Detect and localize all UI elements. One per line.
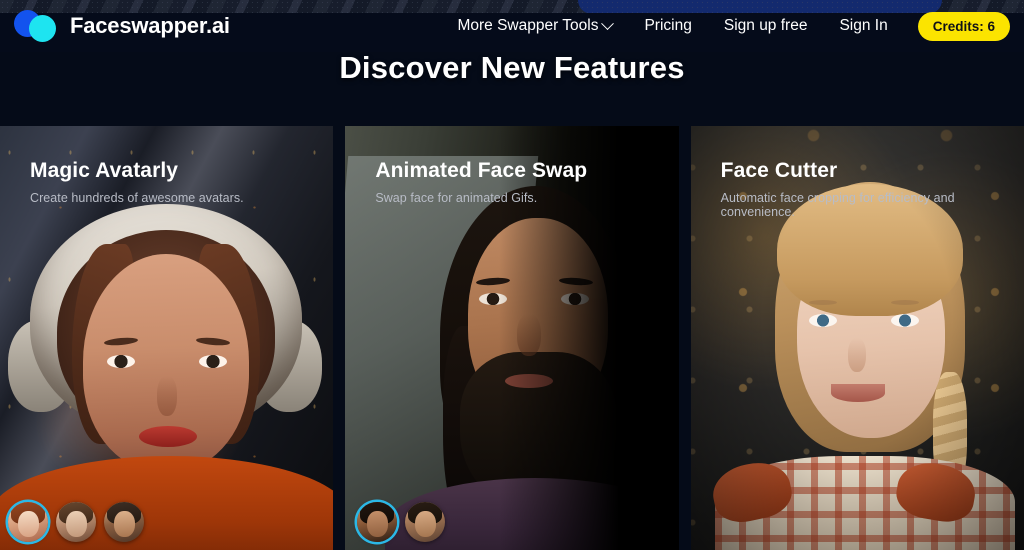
main-navigation: More Swapper Tools Pricing Sign up free …	[441, 11, 1010, 41]
nav-item-label: Sign up free	[723, 17, 808, 34]
nav-item-sign-in[interactable]: Sign In	[823, 11, 903, 41]
thumbnail-face	[18, 511, 39, 537]
astronaut-lips	[139, 426, 197, 447]
nav-item-label: Sign In	[839, 17, 888, 34]
thumbnail-face	[367, 511, 389, 537]
nav-item-pricing[interactable]: Pricing	[628, 11, 707, 41]
nav-item-sign-up-free[interactable]: Sign up free	[708, 11, 824, 41]
card-thumbnail-strip	[8, 502, 144, 542]
card-title: Magic Avatarly	[30, 159, 179, 182]
thumbnail-option[interactable]	[357, 502, 398, 542]
thumbnail-face	[66, 511, 87, 537]
astronaut-eye-left	[107, 355, 135, 368]
card-title: Animated Face Swap	[375, 159, 588, 182]
site-header: Faceswapper.ai More Swapper Tools Pricin…	[0, 0, 1024, 52]
card-header: Animated Face Swap Swap face for animate…	[345, 126, 678, 205]
nav-item-more-swapper-tools[interactable]: More Swapper Tools	[441, 11, 628, 41]
feature-card-face-cutter[interactable]: Face Cutter Automatic face cropping for …	[690, 126, 1024, 550]
feature-card-animated-face-swap[interactable]: Animated Face Swap Swap face for animate…	[345, 126, 679, 550]
brand-logo-link[interactable]: Faceswapper.ai	[14, 9, 230, 43]
thumbnail-option[interactable]	[8, 502, 48, 542]
astronaut-nose	[157, 376, 177, 416]
feature-card-magic-avatarly[interactable]: Magic Avatarly Create hundreds of awesom…	[0, 126, 334, 550]
thumbnail-option[interactable]	[405, 502, 446, 542]
page-title: Discover New Features	[339, 50, 685, 85]
card-header: Face Cutter Automatic face cropping for …	[691, 126, 1024, 219]
card-subtitle: Create hundreds of awesome avatars.	[30, 191, 244, 205]
card-thumbnail-strip	[357, 502, 446, 542]
thumbnail-face	[415, 511, 437, 537]
card-title: Face Cutter	[720, 159, 838, 182]
feature-card-row: Magic Avatarly Create hundreds of awesom…	[0, 126, 1024, 550]
chevron-down-icon	[601, 16, 615, 30]
astronaut-eye-right	[199, 355, 227, 368]
thumbnail-option[interactable]	[56, 502, 96, 542]
card-header: Magic Avatarly Create hundreds of awesom…	[0, 126, 333, 205]
brand-name: Faceswapper.ai	[70, 13, 230, 38]
logo-circle-cyan	[29, 15, 56, 42]
nav-item-label: Pricing	[644, 17, 692, 34]
thumbnail-face	[114, 511, 135, 537]
card-subtitle: Swap face for animated Gifs.	[375, 191, 538, 205]
credits-badge[interactable]: Credits: 6	[917, 11, 1010, 41]
card-subtitle: Automatic face cropping for efficiency a…	[720, 191, 955, 219]
nav-item-label: More Swapper Tools	[457, 17, 599, 34]
thumbnail-option[interactable]	[104, 502, 144, 542]
faceswapper-logo-icon	[14, 9, 60, 43]
